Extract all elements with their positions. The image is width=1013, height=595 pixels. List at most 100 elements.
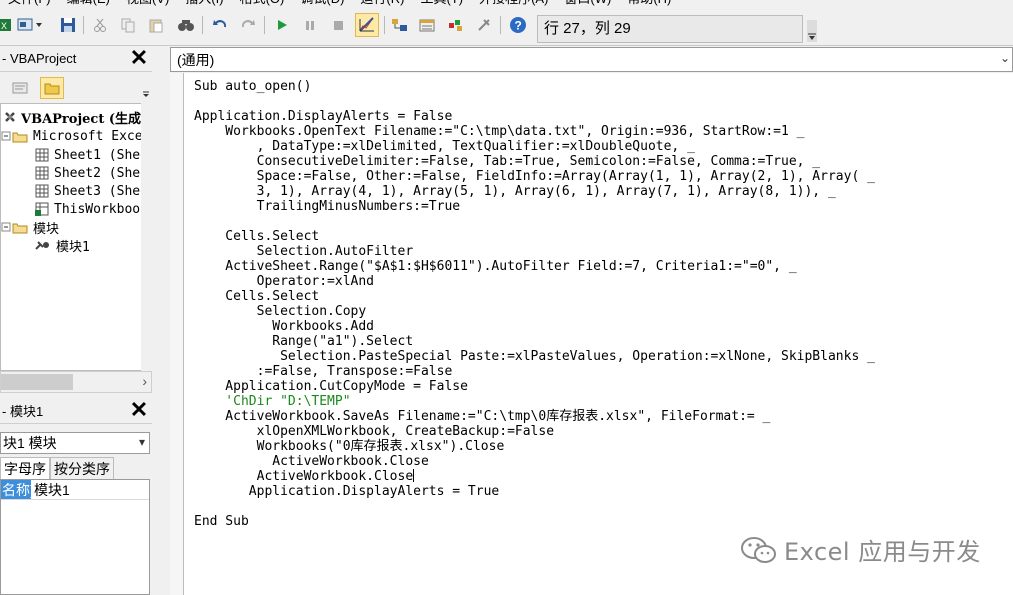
toolbox-icon[interactable] [474,15,494,35]
view-code-icon[interactable] [8,77,32,99]
tree-node-vbaproject[interactable]: VBAProject (生成 [3,108,142,127]
project-tree-horizontal-scrollbar[interactable]: › [0,371,152,393]
code-line-text: Application.DisplayAlerts = True [194,484,500,499]
undo-icon[interactable] [210,15,230,35]
code-line[interactable] [194,499,875,514]
tree-node-sheet1[interactable]: Sheet1 (Shee [34,146,148,164]
run-icon[interactable] [272,15,292,35]
code-line[interactable]: Workbooks.Add [194,319,875,334]
toolbar-options-icon[interactable] [806,20,818,42]
tree-node-modules[interactable]: 模块 [1,218,59,237]
object-browser-icon[interactable] [446,15,466,35]
code-line-text: Selection.PasteSpecial Paste:=xlPasteVal… [194,349,875,364]
code-line[interactable]: 'ChDir "D:\TEMP" [194,394,875,409]
code-line[interactable]: xlOpenXMLWorkbook, CreateBackup:=False [194,424,875,439]
code-line[interactable]: Application.DisplayAlerts = False [194,109,875,124]
code-line[interactable]: :=False, Transpose:=False [194,364,875,379]
code-line[interactable]: Operator:=xlAnd [194,274,875,289]
scroll-right-arrow-icon[interactable]: › [142,373,147,389]
code-line[interactable]: ActiveWorkbook.Close [194,454,875,469]
code-line[interactable]: 3, 1), Array(4, 1), Array(5, 1), Array(6… [194,184,875,199]
code-line-text: Selection.AutoFilter [194,244,414,259]
code-line[interactable]: ActiveWorkbook.Close [194,469,875,484]
text-caret [413,469,415,482]
code-line[interactable] [194,94,875,109]
watermark-text: Excel 应用与开发 [784,538,981,566]
paste-icon[interactable] [146,15,166,35]
scrollbar-thumb[interactable] [1,374,73,390]
tree-label: Sheet1 (Shee [54,147,148,163]
toggle-folders-icon[interactable] [40,77,64,99]
tree-node-sheet2[interactable]: Sheet2 (Shee [34,164,148,182]
toolbar-separator [264,16,265,34]
tree-label: VBAProject (生成 [21,111,142,127]
code-line[interactable]: Selection.Copy [194,304,875,319]
code-line[interactable]: Application.CutCopyMode = False [194,379,875,394]
object-combo[interactable]: (通用) ⌄ [170,47,1013,72]
code-margin-indicator-bar[interactable] [170,73,184,595]
code-line[interactable]: Cells.Select [194,229,875,244]
properties-object-select[interactable]: 块1 模块 ▾ [0,432,150,454]
design-mode-icon[interactable] [355,13,379,37]
code-line[interactable]: Range("a1").Select [194,334,875,349]
code-line[interactable]: Space:=False, Other:=False, FieldInfo:=A… [194,169,875,184]
code-line[interactable]: ConsecutiveDelimiter:=False, Tab:=True, … [194,154,875,169]
project-pane-title-text: - VBAProject [2,51,77,66]
properties-pane-close-button[interactable]: ✕ [128,399,150,422]
code-line-text: Cells.Select [194,289,320,304]
tree-node-module1[interactable]: 模块1 [34,236,90,255]
property-value[interactable]: 模块1 [31,480,70,500]
insert-dropdown-icon[interactable] [34,15,44,35]
pane-scroll-up-icon[interactable] [140,77,152,99]
code-line[interactable]: Cells.Select [194,289,875,304]
code-line-text: ActiveWorkbook.SaveAs Filename:="C:\tmp\… [194,409,771,424]
code-line[interactable]: TrailingMinusNumbers:=True [194,199,875,214]
code-line[interactable]: , DataType:=xlDelimited, TextQualifier:=… [194,139,875,154]
tree-node-excel-objects[interactable]: Microsoft Excel [1,127,150,145]
reset-icon[interactable] [328,15,348,35]
project-explorer-icon[interactable] [390,15,410,35]
property-row-name[interactable]: 名称) 模块1 [1,480,149,500]
properties-tabs: 字母序 按分类序 [0,457,152,479]
break-icon[interactable] [300,15,320,35]
tree-node-thisworkbook[interactable]: ThisWorkbook [34,200,148,218]
cut-icon[interactable] [90,15,110,35]
project-pane-title: - VBAProject ✕ [0,46,152,72]
code-line[interactable]: Application.DisplayAlerts = True [194,484,875,499]
tree-label: Microsoft Excel [33,128,151,144]
tab-alphabetic[interactable]: 字母序 [0,457,50,479]
find-icon[interactable] [176,15,196,35]
save-icon[interactable] [58,15,78,35]
tree-label: Sheet3 (Shee [54,183,148,199]
code-text[interactable]: Sub auto_open() Application.DisplayAlerts… [194,79,875,529]
code-editor[interactable]: Sub auto_open() Application.DisplayAlerts… [184,73,1013,595]
properties-pane-title-text: - 模块1 [2,404,44,419]
code-line[interactable]: End Sub [194,514,875,529]
project-tree-vertical-scrollbar[interactable] [141,103,152,371]
excel-view-icon[interactable]: X [0,15,16,35]
code-line[interactable]: ActiveSheet.Range("$A$1:$H$6011").AutoFi… [194,259,875,274]
tree-node-sheet3[interactable]: Sheet3 (Shee [34,182,148,200]
toolbar-separator [384,16,385,34]
code-line[interactable]: Workbooks.OpenText Filename:="C:\tmp\dat… [194,124,875,139]
code-line[interactable]: Sub auto_open() [194,79,875,94]
chevron-down-icon[interactable]: ⌄ [1000,51,1010,65]
copy-icon[interactable] [118,15,138,35]
help-icon[interactable]: ? [508,15,528,35]
workbook-icon [35,202,49,216]
tab-categorized[interactable]: 按分类序 [50,457,114,479]
vbaproject-icon [5,112,15,122]
code-line[interactable]: Selection.PasteSpecial Paste:=xlPasteVal… [194,349,875,364]
code-line[interactable]: ActiveWorkbook.SaveAs Filename:="C:\tmp\… [194,409,875,424]
chevron-down-icon[interactable]: ▾ [139,435,145,449]
svg-text:X: X [1,21,7,31]
code-line[interactable] [194,214,875,229]
pane-divider [152,47,170,595]
code-line-text: Workbooks.Add [194,319,375,334]
code-line[interactable]: Workbooks("0库存报表.xlsx").Close [194,439,875,454]
project-pane-close-button[interactable]: ✕ [128,47,150,70]
properties-window-icon[interactable] [418,15,438,35]
redo-icon[interactable] [238,15,258,35]
insert-userform-icon[interactable] [16,15,36,35]
code-line[interactable]: Selection.AutoFilter [194,244,875,259]
